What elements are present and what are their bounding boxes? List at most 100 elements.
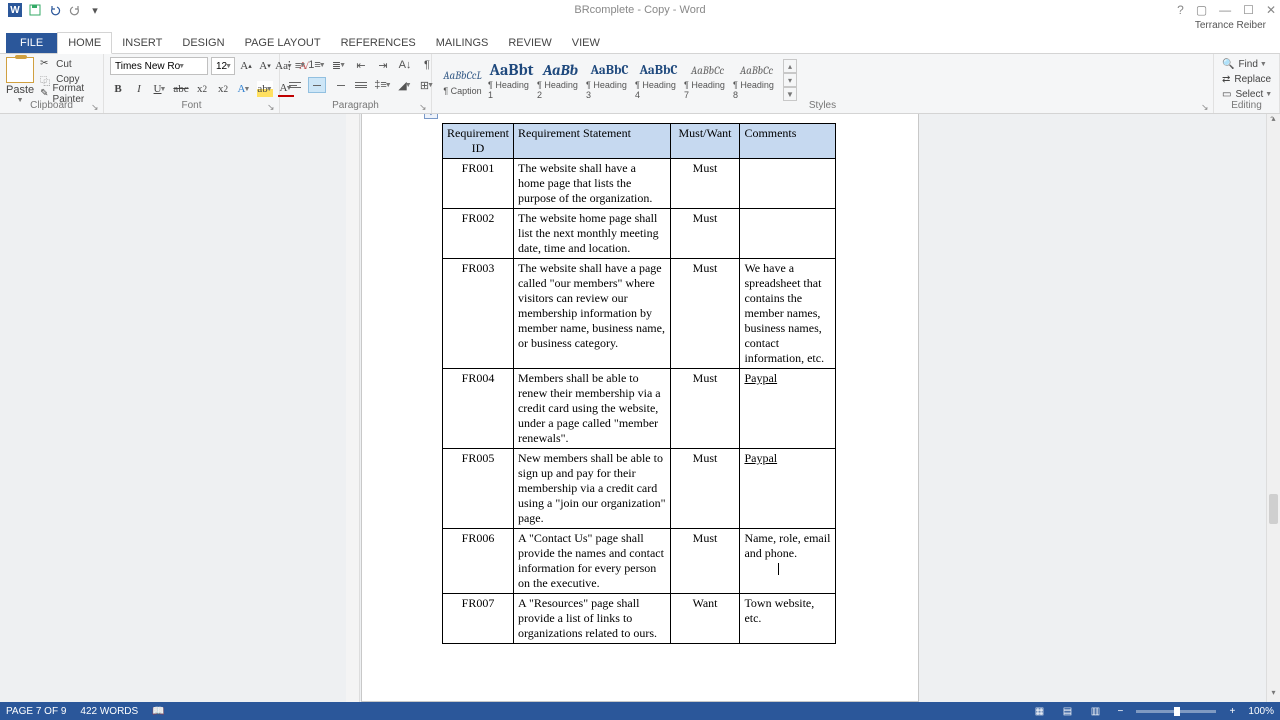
- style-heading4[interactable]: AaBbC¶ Heading 4: [634, 59, 683, 101]
- align-right-button[interactable]: [330, 77, 348, 93]
- table-row[interactable]: FR004Members shall be able to renew thei…: [443, 369, 836, 449]
- table-row[interactable]: FR001The website shall have a home page …: [443, 159, 836, 209]
- tab-view[interactable]: VIEW: [562, 33, 610, 53]
- page[interactable]: ✥ Requirement ID Requirement Statement M…: [361, 114, 919, 702]
- style-heading8[interactable]: AaBbCc¶ Heading 8: [732, 59, 781, 101]
- zoom-in-button[interactable]: +: [1226, 706, 1238, 717]
- tab-design[interactable]: DESIGN: [172, 33, 234, 53]
- multilevel-button[interactable]: ≣▼: [330, 57, 348, 73]
- cell-mustwant[interactable]: Must: [670, 209, 740, 259]
- proofing-icon[interactable]: 📖: [152, 706, 164, 717]
- italic-button[interactable]: I: [131, 81, 147, 97]
- col-comments[interactable]: Comments: [740, 124, 836, 159]
- style-heading2[interactable]: AaBb¶ Heading 2: [536, 59, 585, 101]
- cell-mustwant[interactable]: Must: [670, 259, 740, 369]
- redo-icon[interactable]: [68, 3, 82, 17]
- scroll-up-icon[interactable]: ▴: [1267, 114, 1280, 128]
- zoom-level[interactable]: 100%: [1248, 706, 1274, 717]
- cell-statement[interactable]: The website shall have a page called "ou…: [513, 259, 670, 369]
- tab-references[interactable]: REFERENCES: [331, 33, 426, 53]
- cell-id[interactable]: FR003: [443, 259, 514, 369]
- line-spacing-button[interactable]: ‡≡▼: [374, 77, 392, 93]
- cell-statement[interactable]: Members shall be able to renew their mem…: [513, 369, 670, 449]
- grow-font-button[interactable]: A▴: [238, 58, 254, 74]
- text-effects-button[interactable]: A▼: [236, 81, 252, 97]
- font-launcher[interactable]: ↘: [267, 102, 277, 112]
- justify-button[interactable]: [352, 77, 370, 93]
- user-name[interactable]: Terrance Reiber: [0, 20, 1280, 32]
- paragraph-launcher[interactable]: ↘: [419, 102, 429, 112]
- cell-id[interactable]: FR002: [443, 209, 514, 259]
- tab-mailings[interactable]: MAILINGS: [426, 33, 499, 53]
- bold-button[interactable]: B: [110, 81, 126, 97]
- tab-page-layout[interactable]: PAGE LAYOUT: [235, 33, 331, 53]
- find-button[interactable]: 🔍Find▼: [1220, 57, 1274, 71]
- underline-button[interactable]: U▼: [152, 81, 168, 97]
- sort-button[interactable]: A↓: [396, 57, 414, 73]
- style-heading7[interactable]: AaBbCc¶ Heading 7: [683, 59, 732, 101]
- col-requirement-statement[interactable]: Requirement Statement: [513, 124, 670, 159]
- highlight-button[interactable]: ab▼: [257, 81, 273, 97]
- superscript-button[interactable]: x2: [215, 81, 231, 97]
- cell-comments[interactable]: We have a spreadsheet that contains the …: [740, 259, 836, 369]
- decrease-indent-button[interactable]: ⇤: [352, 57, 370, 73]
- cell-id[interactable]: FR006: [443, 529, 514, 594]
- styles-gallery[interactable]: AaBbCcL¶ Caption AaBbt¶ Heading 1 AaBb¶ …: [438, 57, 797, 103]
- table-row[interactable]: FR005New members shall be able to sign u…: [443, 449, 836, 529]
- requirements-table[interactable]: Requirement ID Requirement Statement Mus…: [442, 123, 836, 644]
- tab-home[interactable]: HOME: [57, 32, 112, 54]
- table-move-handle[interactable]: ✥: [424, 114, 438, 119]
- strikethrough-button[interactable]: abc: [173, 81, 189, 97]
- style-caption[interactable]: AaBbCcL¶ Caption: [438, 59, 487, 101]
- zoom-out-button[interactable]: −: [1114, 706, 1126, 717]
- scroll-thumb[interactable]: [1269, 494, 1278, 524]
- cell-comments[interactable]: Town website, etc.: [740, 594, 836, 644]
- cell-id[interactable]: FR007: [443, 594, 514, 644]
- styles-scroll-down[interactable]: ▾: [783, 73, 797, 87]
- web-layout-button[interactable]: ▥: [1086, 704, 1104, 718]
- cut-button[interactable]: ✂Cut: [38, 57, 97, 71]
- tab-file[interactable]: FILE: [6, 33, 57, 53]
- cell-mustwant[interactable]: Must: [670, 529, 740, 594]
- shrink-font-button[interactable]: A▾: [257, 58, 273, 74]
- increase-indent-button[interactable]: ⇥: [374, 57, 392, 73]
- cell-mustwant[interactable]: Must: [670, 159, 740, 209]
- minimize-icon[interactable]: —: [1219, 3, 1231, 17]
- save-icon[interactable]: [28, 3, 42, 17]
- cell-statement[interactable]: A "Contact Us" page shall provide the na…: [513, 529, 670, 594]
- cell-statement[interactable]: A "Resources" page shall provide a list …: [513, 594, 670, 644]
- table-row[interactable]: FR006A "Contact Us" page shall provide t…: [443, 529, 836, 594]
- print-layout-button[interactable]: ▤: [1058, 704, 1076, 718]
- qat-customize-icon[interactable]: ▾: [88, 3, 102, 17]
- undo-icon[interactable]: [48, 3, 62, 17]
- table-row[interactable]: FR003The website shall have a page calle…: [443, 259, 836, 369]
- help-icon[interactable]: ?: [1177, 3, 1184, 17]
- read-mode-button[interactable]: ▦: [1030, 704, 1048, 718]
- align-center-button[interactable]: [308, 77, 326, 93]
- cell-id[interactable]: FR001: [443, 159, 514, 209]
- vertical-scrollbar[interactable]: ˆ ▴ ▾: [1266, 114, 1280, 702]
- close-icon[interactable]: ✕: [1266, 3, 1276, 17]
- col-requirement-id[interactable]: Requirement ID: [443, 124, 514, 159]
- align-left-button[interactable]: [286, 77, 304, 93]
- tab-review[interactable]: REVIEW: [498, 33, 561, 53]
- styles-scroll-up[interactable]: ▴: [783, 59, 797, 73]
- font-name-select[interactable]: Times New Ro▼: [110, 57, 208, 75]
- cell-mustwant[interactable]: Want: [670, 594, 740, 644]
- status-page[interactable]: PAGE 7 OF 9: [6, 706, 66, 717]
- maximize-icon[interactable]: ☐: [1243, 3, 1254, 17]
- ribbon-display-icon[interactable]: ▢: [1196, 3, 1207, 17]
- cell-comments[interactable]: Paypal: [740, 449, 836, 529]
- tab-insert[interactable]: INSERT: [112, 33, 172, 53]
- cell-comments[interactable]: [740, 159, 836, 209]
- cell-statement[interactable]: New members shall be able to sign up and…: [513, 449, 670, 529]
- style-heading3[interactable]: AaBbC¶ Heading 3: [585, 59, 634, 101]
- replace-button[interactable]: ⇄Replace: [1220, 72, 1274, 86]
- cell-comments[interactable]: [740, 209, 836, 259]
- numbering-button[interactable]: 1≡▼: [308, 57, 326, 73]
- table-row[interactable]: FR007A "Resources" page shall provide a …: [443, 594, 836, 644]
- cell-mustwant[interactable]: Must: [670, 369, 740, 449]
- cell-statement[interactable]: The website home page shall list the nex…: [513, 209, 670, 259]
- cell-statement[interactable]: The website shall have a home page that …: [513, 159, 670, 209]
- col-must-want[interactable]: Must/Want: [670, 124, 740, 159]
